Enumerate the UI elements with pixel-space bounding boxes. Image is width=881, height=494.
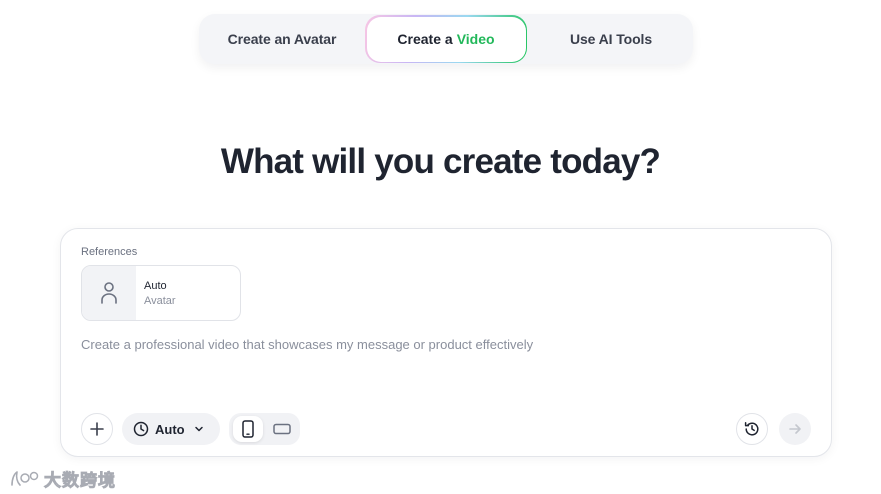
references-label: References [81,246,138,258]
tab-create-video[interactable]: Create a Video [365,15,527,63]
landscape-option[interactable] [267,416,297,442]
add-button[interactable] [81,413,113,445]
watermark: 大数跨境 [8,466,116,491]
reference-title: Auto [144,279,167,292]
tab-label: Use AI Tools [569,31,653,47]
prompt-input[interactable]: Create a professional video that showcas… [81,337,801,352]
portrait-option[interactable] [233,416,263,442]
arrow-right-icon [789,424,801,434]
duration-select[interactable]: Auto [122,413,220,445]
tab-label: Create an Avatar [227,31,337,47]
send-button[interactable] [779,413,811,445]
tab-label: Create a [397,31,453,47]
duration-value: Auto [155,421,185,437]
history-icon [744,422,759,436]
clock-icon [133,421,149,437]
mode-tabs: Create an Avatar Create a Video Use AI T… [199,14,693,64]
watermark-logo-icon [11,470,39,486]
avatar-reference-card[interactable]: Auto Avatar [81,265,241,321]
avatar-thumbnail [82,266,136,320]
plus-icon [90,422,104,436]
reference-subtitle: Avatar [144,294,176,307]
phone-portrait-icon [242,420,254,438]
tab-label-accent: Video [456,31,495,47]
watermark-text: 大数跨境 [44,471,116,491]
tab-create-avatar[interactable]: Create an Avatar [199,14,365,64]
tab-ai-tools[interactable]: Use AI Tools [529,14,693,64]
landscape-icon [273,423,291,435]
aspect-ratio-toggle [229,413,300,445]
tab-create-video-inner[interactable]: Create a Video [366,16,526,62]
chevron-down-icon [194,426,203,432]
history-button[interactable] [736,413,768,445]
person-icon [101,282,117,304]
page-title: What will you create today? [220,142,661,181]
prompt-composer: References Auto Avatar Create a professi… [60,228,832,457]
